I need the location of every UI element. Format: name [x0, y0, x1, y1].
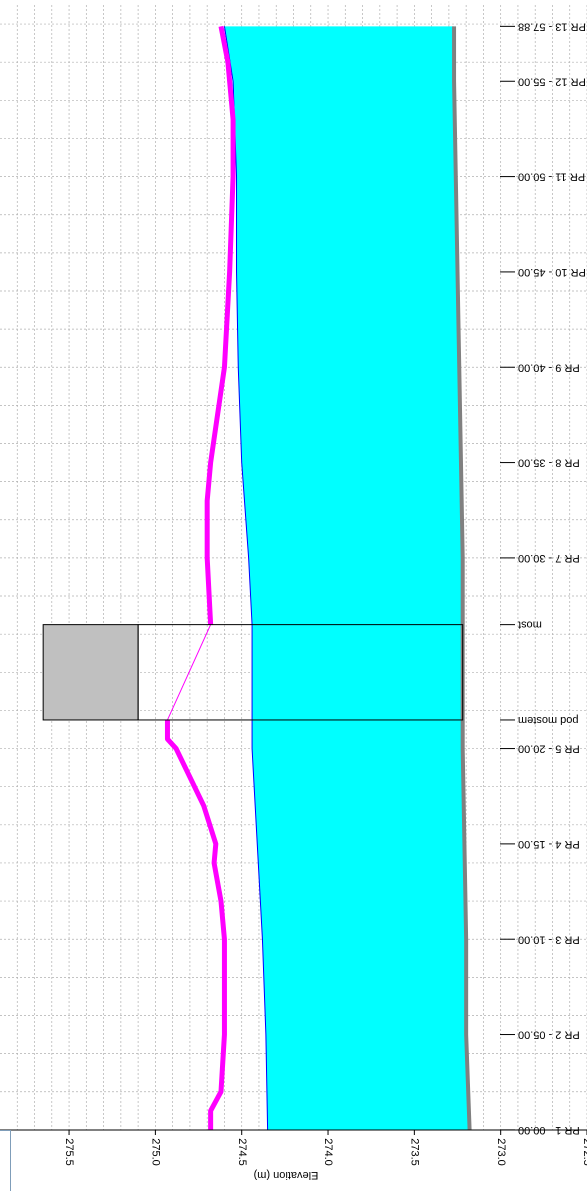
- station-label: PR 9 - 40.00: [518, 361, 580, 373]
- elevation-tick-label: 274.5: [236, 1138, 248, 1166]
- station-label: PR 12 - 55.00: [518, 75, 586, 87]
- station-label: PR 10 - 45.00: [518, 266, 586, 278]
- elevation-axis-title: Elevation (m): [254, 1169, 319, 1181]
- elevation-tick-label: 273.0: [495, 1138, 507, 1166]
- station-label: most: [518, 619, 542, 631]
- bridge-deck: [42, 624, 139, 721]
- station-label: PR 8 - 35.00: [518, 457, 580, 469]
- energy-line-upstream: [164, 719, 227, 1130]
- station-label: PR 4 - 15.00: [518, 838, 580, 850]
- station-label: PR 7 - 30.00: [518, 552, 580, 564]
- station-label: PR 3 - 10.00: [518, 933, 580, 945]
- water-surface-profile-chart: PR 1 - 00.00PR 2 - 05.00PR 3 - 10.00PR 4…: [0, 5, 587, 1181]
- station-label: pod mostem: [518, 714, 579, 726]
- energy-line-downstream: [204, 25, 236, 625]
- elevation-tick-label: 274.0: [322, 1138, 334, 1166]
- water-area: [224, 26, 470, 1130]
- chart-series: [164, 25, 472, 1130]
- elevation-tick-label: 272.5: [581, 1138, 587, 1166]
- elevation-tick-label: 275.5: [63, 1138, 75, 1166]
- window-frame-strip: [0, 1130, 11, 1191]
- elevation-tick-label: 275.0: [149, 1138, 161, 1166]
- station-label: PR 5 - 20.00: [518, 743, 580, 755]
- station-label: PR 13 - 57.88: [518, 20, 586, 32]
- station-label: PR 2 - 05.00: [518, 1029, 580, 1041]
- elevation-tick-label: 273.5: [408, 1138, 420, 1166]
- station-label: PR 11 - 50.00: [518, 171, 585, 183]
